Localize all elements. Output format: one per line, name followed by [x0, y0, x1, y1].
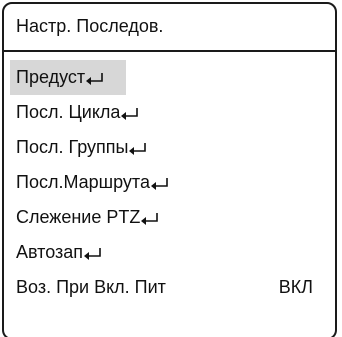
menu-item-label: Предуст [16, 67, 86, 87]
menu-item-label: Автозап [16, 242, 84, 262]
menu-item-power-on-return[interactable]: Воз. При Вкл. Пит ВКЛ [4, 270, 335, 305]
enter-icon [141, 213, 159, 225]
enter-icon [129, 143, 147, 155]
enter-icon [84, 248, 101, 260]
menu-item-label: Слежение PTZ [16, 207, 141, 227]
menu-item-label: Посл. Группы [16, 137, 129, 157]
menu-item-cycle-sequence[interactable]: Посл. Цикла [4, 95, 335, 130]
enter-icon [121, 108, 139, 120]
sequence-menu: Предуст Посл. Цикла Посл. Группы Посл.Ма… [4, 60, 335, 305]
menu-item-autostart[interactable]: Автозап [4, 235, 335, 270]
settings-panel: Настр. Последов. Предуст Посл. Цикла Пос… [2, 2, 337, 337]
page-title: Настр. Последов. [16, 16, 164, 36]
enter-icon [150, 178, 168, 190]
menu-item-route-sequence[interactable]: Посл.Маршрута [4, 165, 335, 200]
panel-header: Настр. Последов. [4, 4, 335, 52]
power-on-return-value[interactable]: ВКЛ [279, 270, 313, 305]
menu-item-group-sequence[interactable]: Посл. Группы [4, 130, 335, 165]
menu-item-label: Посл.Маршрута [16, 172, 150, 192]
menu-item-label: Посл. Цикла [16, 102, 121, 122]
menu-item-ptz-tracking[interactable]: Слежение PTZ [4, 200, 335, 235]
menu-item-label: Воз. При Вкл. Пит [16, 277, 166, 297]
menu-item-preset[interactable]: Предуст [4, 60, 335, 95]
enter-icon [86, 73, 103, 85]
